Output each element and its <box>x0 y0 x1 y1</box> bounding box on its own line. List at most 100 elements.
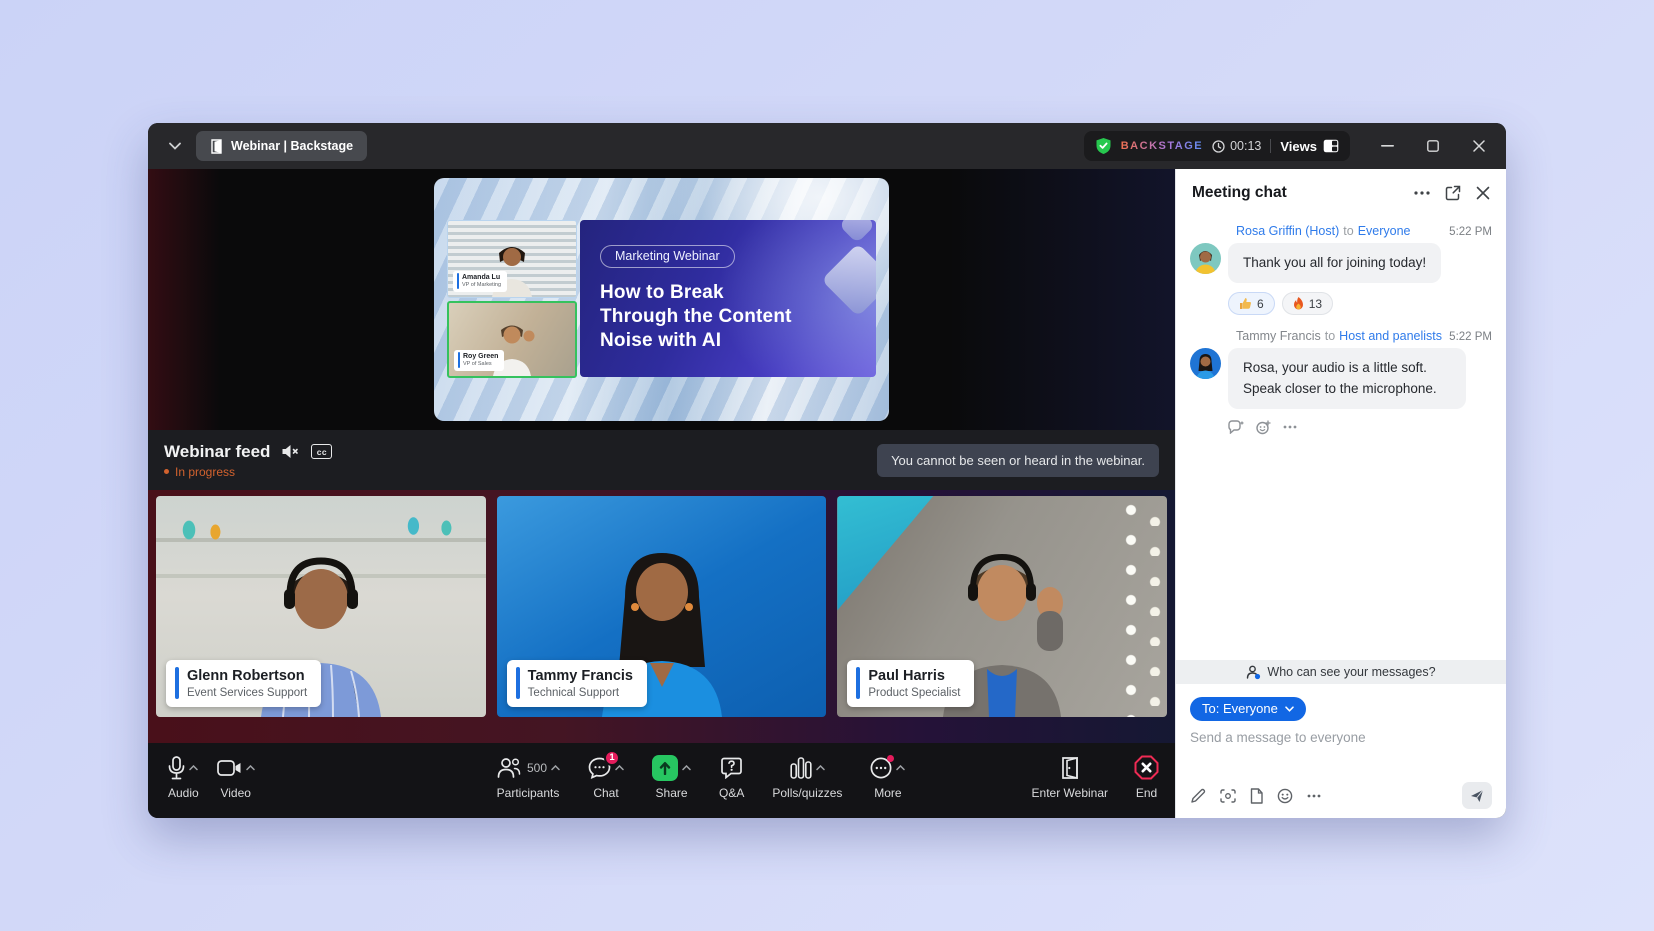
views-button[interactable]: Views <box>1280 139 1339 154</box>
enter-door-icon <box>1060 756 1080 780</box>
name-card: Glenn Robertson Event Services Support <box>166 660 321 707</box>
emoji-icon[interactable] <box>1277 788 1293 804</box>
person-privacy-icon <box>1246 665 1261 680</box>
window-chevron-down-icon[interactable] <box>162 133 188 159</box>
desktop-background: Webinar | Backstage BACKSTAGE 00:13 View… <box>0 0 1654 931</box>
chevron-up-icon[interactable] <box>816 765 825 771</box>
minimize-button[interactable] <box>1376 135 1398 157</box>
sender-name: Tammy Francis <box>1236 329 1321 343</box>
audio-button[interactable]: Audio <box>168 754 199 800</box>
enter-webinar-button[interactable]: Enter Webinar <box>1032 754 1108 800</box>
chevron-up-icon[interactable] <box>189 765 198 771</box>
pip-name-label: Amanda Lu VP of Marketing <box>453 271 507 292</box>
compose-area: To: Everyone Send a message to everyone <box>1176 684 1506 818</box>
speaker-muted-icon[interactable] <box>281 444 300 459</box>
pip-tile-amanda: Amanda Lu VP of Marketing <box>447 220 577 298</box>
message-time: 5:22 PM <box>1449 331 1492 343</box>
chat-more-icon[interactable] <box>1414 191 1430 195</box>
add-reaction-icon[interactable] <box>1256 420 1271 435</box>
backstage-badge: BACKSTAGE <box>1121 140 1203 152</box>
clock-icon <box>1212 140 1225 153</box>
microphone-icon <box>168 756 185 780</box>
pip-name-label: Roy Green VP of Sales <box>454 350 504 371</box>
reaction-thumbs-up[interactable]: 6 <box>1228 292 1275 315</box>
chevron-up-icon[interactable] <box>246 765 255 771</box>
participants-icon <box>496 757 521 778</box>
divider <box>1270 139 1271 153</box>
fire-icon <box>1293 297 1304 310</box>
status-dot <box>164 469 169 474</box>
send-button[interactable] <box>1462 782 1492 809</box>
chat-message: Tammy Francis to Host and panelists 5:22… <box>1190 321 1492 435</box>
end-button[interactable]: End <box>1134 754 1159 800</box>
chat-message-list[interactable]: Rosa Griffin (Host) to Everyone 5:22 PM … <box>1176 212 1506 660</box>
message-bubble: Rosa, your audio is a little soft. Speak… <box>1228 348 1466 409</box>
share-button[interactable]: Share <box>652 754 691 800</box>
more-notification-dot <box>887 755 894 762</box>
maximize-button[interactable] <box>1422 135 1444 157</box>
timer-value: 00:13 <box>1230 139 1261 153</box>
feed-status: In progress <box>164 465 332 479</box>
webinar-window: Webinar | Backstage BACKSTAGE 00:13 View… <box>148 123 1506 818</box>
title-bar: Webinar | Backstage BACKSTAGE 00:13 View… <box>148 123 1506 169</box>
qa-button[interactable]: Q&A <box>719 754 744 800</box>
compose-more-icon[interactable] <box>1307 794 1321 798</box>
tab-webinar-backstage[interactable]: Webinar | Backstage <box>196 131 367 161</box>
backstage-notice: You cannot be seen or heard in the webin… <box>877 444 1159 477</box>
closed-captions-icon[interactable]: cc <box>311 444 332 459</box>
video-button[interactable]: Video <box>217 754 255 800</box>
participants-count: 500 <box>527 761 547 775</box>
close-button[interactable] <box>1468 135 1490 157</box>
format-pen-icon[interactable] <box>1190 788 1206 804</box>
compose-toolbar <box>1190 782 1492 809</box>
stage-area: Amanda Lu VP of Marketing <box>148 169 1175 430</box>
pop-out-icon[interactable] <box>1445 185 1461 201</box>
slide-diamond-decoration <box>839 220 876 243</box>
message-input[interactable]: Send a message to everyone <box>1190 730 1492 782</box>
reaction-count: 13 <box>1309 297 1322 311</box>
recipient-name: Everyone <box>1358 224 1411 238</box>
name-card: Tammy Francis Technical Support <box>507 660 647 707</box>
participants-button[interactable]: 500 Participants <box>496 754 560 800</box>
main-area: Amanda Lu VP of Marketing <box>148 169 1175 818</box>
chevron-up-icon[interactable] <box>682 765 691 771</box>
chevron-up-icon[interactable] <box>896 765 905 771</box>
presentation-slide: Marketing Webinar How to Break Through t… <box>580 220 876 377</box>
polls-button[interactable]: Polls/quizzes <box>772 754 842 800</box>
tab-label: Webinar | Backstage <box>231 139 353 153</box>
video-tile-glenn: Glenn Robertson Event Services Support <box>156 496 486 717</box>
screen-capture-icon[interactable] <box>1220 789 1236 803</box>
views-label: Views <box>1280 139 1317 154</box>
webinar-feed-preview: Amanda Lu VP of Marketing <box>434 178 889 421</box>
slide-pill: Marketing Webinar <box>600 245 735 268</box>
message-more-icon[interactable] <box>1283 425 1297 429</box>
feed-info-bar: Webinar feed cc In progress You cannot b… <box>148 430 1175 490</box>
chat-header: Meeting chat <box>1176 169 1506 212</box>
chevron-up-icon[interactable] <box>551 765 560 771</box>
end-octagon-icon <box>1134 755 1159 780</box>
quote-reply-icon[interactable] <box>1228 420 1244 434</box>
tile-background <box>1121 496 1167 717</box>
session-status-pill: BACKSTAGE 00:13 Views <box>1084 131 1350 161</box>
session-timer: 00:13 <box>1212 139 1261 153</box>
recipient-name: Host and panelists <box>1339 329 1442 343</box>
video-tile-tammy: Tammy Francis Technical Support <box>497 496 827 717</box>
more-button[interactable]: More <box>870 754 905 800</box>
views-layout-icon <box>1323 139 1339 153</box>
reaction-count: 6 <box>1257 297 1264 311</box>
sender-name: Rosa Griffin (Host) <box>1236 224 1339 238</box>
avatar-rosa <box>1190 243 1221 274</box>
privacy-link[interactable]: Who can see your messages? <box>1176 660 1506 684</box>
recipient-selector[interactable]: To: Everyone <box>1190 697 1306 721</box>
attach-file-icon[interactable] <box>1250 788 1263 804</box>
message-bubble: Thank you all for joining today! <box>1228 243 1441 283</box>
shield-check-icon <box>1095 137 1112 155</box>
qa-icon <box>721 757 742 779</box>
reaction-fire[interactable]: 13 <box>1282 292 1333 315</box>
chevron-up-icon[interactable] <box>615 765 624 771</box>
thumbs-up-icon <box>1239 297 1252 310</box>
chat-title: Meeting chat <box>1192 184 1287 202</box>
chat-close-icon[interactable] <box>1476 186 1490 200</box>
chat-button[interactable]: 1 Chat <box>588 754 624 800</box>
chevron-down-icon <box>1285 706 1294 712</box>
